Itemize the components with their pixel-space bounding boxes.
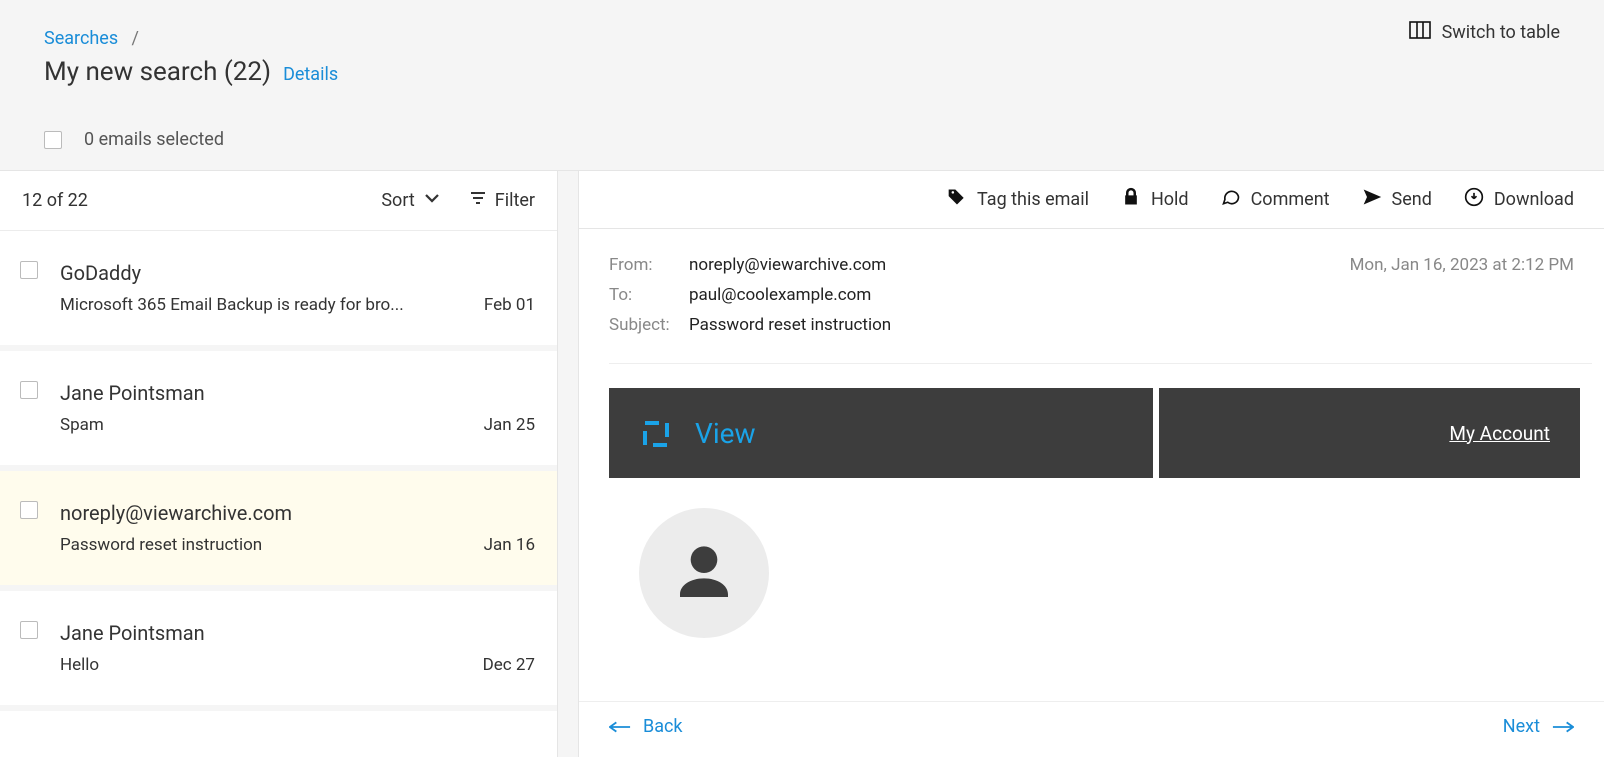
- lock-icon: [1121, 187, 1141, 212]
- chevron-down-icon: [423, 189, 441, 212]
- sort-label: Sort: [381, 190, 414, 211]
- avatar: [639, 508, 769, 638]
- from-value: noreply@viewarchive.com: [689, 255, 886, 275]
- email-sender: noreply@viewarchive.com: [60, 501, 535, 525]
- email-date: Feb 01: [468, 295, 535, 315]
- tag-icon: [947, 187, 967, 212]
- next-button[interactable]: Next: [1503, 716, 1574, 737]
- email-sender: GoDaddy: [60, 261, 535, 285]
- send-label: Send: [1392, 189, 1432, 210]
- select-all-checkbox[interactable]: [44, 131, 62, 149]
- breadcrumb: Searches /: [44, 28, 1560, 49]
- send-icon: [1362, 187, 1382, 212]
- comment-button[interactable]: Comment: [1221, 187, 1330, 212]
- download-label: Download: [1494, 189, 1574, 210]
- back-button[interactable]: Back: [609, 716, 683, 737]
- email-date: Dec 27: [467, 655, 535, 675]
- email-list[interactable]: GoDaddy Microsoft 365 Email Backup is rea…: [0, 231, 557, 757]
- hold-label: Hold: [1151, 189, 1189, 210]
- timestamp: Mon, Jan 16, 2023 at 2:12 PM: [886, 255, 1574, 275]
- from-label: From:: [609, 255, 689, 275]
- filter-label: Filter: [495, 190, 535, 211]
- breadcrumb-separator: /: [132, 28, 139, 49]
- subject-label: Subject:: [609, 315, 689, 335]
- list-item[interactable]: noreply@viewarchive.com Password reset in…: [0, 471, 557, 591]
- filter-icon: [469, 189, 487, 212]
- email-list-pane: 12 of 22 Sort Filter GoDaddy Microsoft 36…: [0, 171, 558, 757]
- switch-to-table-label: Switch to table: [1442, 22, 1560, 43]
- comment-icon: [1221, 187, 1241, 212]
- table-icon: [1408, 18, 1432, 47]
- brand-name: View: [695, 417, 756, 450]
- email-checkbox[interactable]: [20, 621, 38, 639]
- to-value: paul@coolexample.com: [689, 285, 871, 305]
- list-item[interactable]: Jane Pointsman SpamJan 25: [0, 351, 557, 471]
- send-button[interactable]: Send: [1362, 187, 1432, 212]
- email-banner: View My Account: [609, 388, 1580, 478]
- email-subject: Spam: [60, 415, 468, 435]
- download-icon: [1464, 187, 1484, 212]
- download-button[interactable]: Download: [1464, 187, 1574, 212]
- email-body[interactable]: View My Account: [609, 363, 1592, 701]
- list-item[interactable]: Jane Pointsman HelloDec 27: [0, 591, 557, 711]
- email-checkbox[interactable]: [20, 501, 38, 519]
- comment-label: Comment: [1251, 189, 1330, 210]
- email-subject: Password reset instruction: [60, 535, 468, 555]
- switch-to-table-button[interactable]: Switch to table: [1408, 18, 1560, 47]
- list-counter: 12 of 22: [22, 190, 88, 211]
- to-label: To:: [609, 285, 689, 305]
- tag-button[interactable]: Tag this email: [947, 187, 1089, 212]
- email-detail-pane: Tag this email Hold Comment Send Downloa…: [578, 171, 1604, 757]
- list-item[interactable]: GoDaddy Microsoft 365 Email Backup is rea…: [0, 231, 557, 351]
- email-date: Jan 25: [468, 415, 535, 435]
- back-label: Back: [643, 716, 683, 737]
- email-sender: Jane Pointsman: [60, 621, 535, 645]
- email-date: Jan 16: [468, 535, 535, 555]
- brand-logo-icon: [639, 411, 679, 455]
- page-title: My new search (22): [44, 57, 271, 87]
- email-sender: Jane Pointsman: [60, 381, 535, 405]
- tag-label: Tag this email: [977, 189, 1089, 210]
- subject-value: Password reset instruction: [689, 315, 891, 335]
- breadcrumb-root-link[interactable]: Searches: [44, 28, 118, 49]
- selected-count-label: 0 emails selected: [84, 129, 224, 150]
- header: Switch to table Searches / My new search…: [0, 0, 1604, 171]
- my-account-link[interactable]: My Account: [1449, 422, 1550, 445]
- filter-button[interactable]: Filter: [469, 189, 535, 212]
- next-label: Next: [1503, 716, 1540, 737]
- email-subject: Hello: [60, 655, 467, 675]
- sort-button[interactable]: Sort: [381, 189, 440, 212]
- details-link[interactable]: Details: [283, 64, 338, 85]
- hold-button[interactable]: Hold: [1121, 187, 1189, 212]
- email-checkbox[interactable]: [20, 261, 38, 279]
- email-subject: Microsoft 365 Email Backup is ready for …: [60, 295, 468, 315]
- email-checkbox[interactable]: [20, 381, 38, 399]
